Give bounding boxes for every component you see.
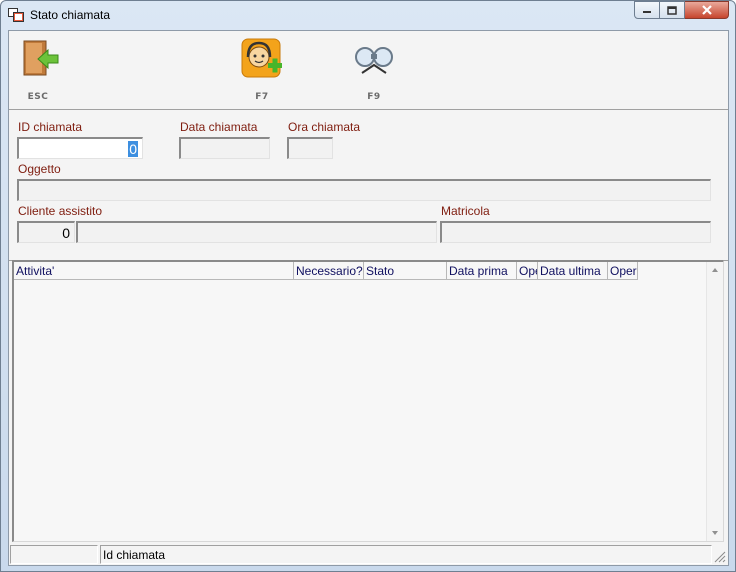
matricola-input[interactable] (440, 221, 711, 243)
resize-grip-icon[interactable] (714, 551, 726, 563)
activities-grid[interactable]: Attivita' Necessario? Stato Data prima O… (12, 260, 724, 542)
maximize-button[interactable] (660, 1, 685, 19)
vertical-scrollbar[interactable] (706, 262, 723, 541)
scroll-up-icon[interactable] (712, 268, 718, 272)
data-chiamata-input[interactable] (179, 137, 270, 159)
cliente-assistito-label: Cliente assistito (18, 204, 103, 218)
id-chiamata-input[interactable]: 0 (17, 137, 143, 159)
column-header-operatore-1[interactable]: Operatore (517, 262, 538, 280)
status-panel-2: Id chiamata (100, 545, 712, 564)
esc-button[interactable]: ESC (13, 37, 63, 102)
column-header-necessario[interactable]: Necessario? (294, 262, 364, 280)
close-icon (701, 5, 712, 15)
f9-label: F9 (367, 92, 381, 102)
toolbar: ESC F7 F9 (9, 31, 728, 110)
column-header-data-ultima[interactable]: Data ultima (538, 262, 608, 280)
minimize-icon (643, 11, 651, 13)
support-operator-add-icon (241, 38, 282, 78)
f7-button[interactable]: F7 (237, 37, 287, 102)
status-bar: Id chiamata (9, 544, 728, 565)
column-header-stato[interactable]: Stato (364, 262, 447, 280)
id-chiamata-label: ID chiamata (18, 120, 83, 134)
grid-header: Attivita' Necessario? Stato Data prima O… (14, 262, 638, 280)
client-area: ESC F7 F9 ID chiamata 0 Data chiamata Or… (8, 30, 729, 566)
scroll-down-icon[interactable] (712, 531, 718, 535)
f9-button[interactable]: F9 (349, 37, 399, 102)
cliente-name-input[interactable] (76, 221, 437, 243)
call-form: ID chiamata 0 Data chiamata Ora chiamata… (9, 111, 728, 261)
esc-label: ESC (27, 92, 49, 102)
title-bar[interactable]: Stato chiamata (1, 1, 735, 29)
maximize-icon (667, 5, 677, 15)
window-title: Stato chiamata (30, 8, 111, 22)
app-icon (8, 8, 24, 22)
window-controls (634, 1, 729, 19)
status-panel-1 (10, 545, 98, 564)
binoculars-icon (355, 47, 393, 74)
oggetto-input[interactable] (17, 179, 711, 201)
ora-chiamata-input[interactable] (287, 137, 333, 159)
f7-label: F7 (255, 92, 269, 102)
column-header-attivita[interactable]: Attivita' (14, 262, 294, 280)
oggetto-label: Oggetto (18, 162, 61, 176)
exit-door-icon (23, 40, 59, 76)
cliente-code-input[interactable]: 0 (17, 221, 75, 243)
close-button[interactable] (685, 1, 729, 19)
minimize-button[interactable] (634, 1, 660, 19)
column-header-operatore-2[interactable]: Operatore (608, 262, 638, 280)
column-header-data-prima[interactable]: Data prima (447, 262, 517, 280)
ora-chiamata-label: Ora chiamata (288, 120, 361, 134)
window: Stato chiamata ESC F7 F9 ID chiamata 0 D… (0, 0, 736, 572)
data-chiamata-label: Data chiamata (180, 120, 258, 134)
matricola-label: Matricola (441, 204, 490, 218)
